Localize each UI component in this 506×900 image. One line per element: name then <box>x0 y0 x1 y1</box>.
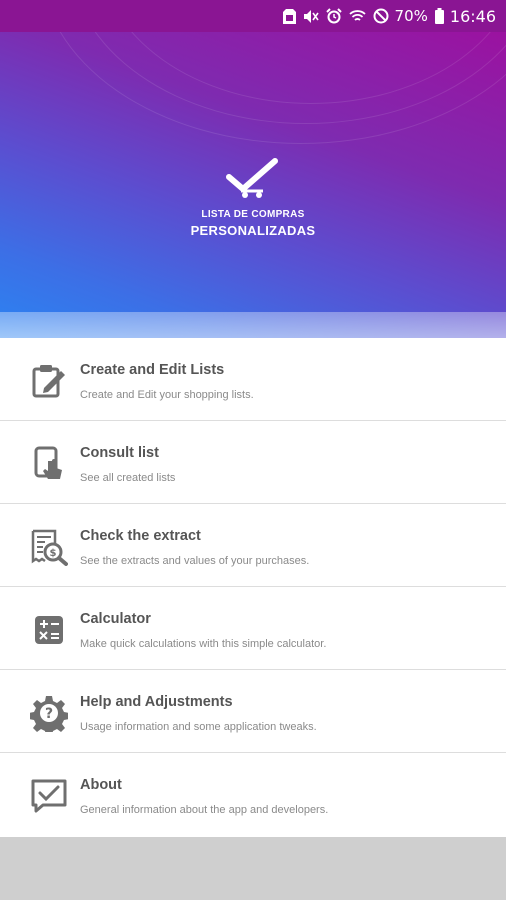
tablet-touch-icon <box>30 445 68 483</box>
menu-item-title: Calculator <box>80 611 151 627</box>
logo-text-line2: PERSONALIZADAS <box>190 223 316 238</box>
wifi-icon <box>348 9 366 23</box>
menu-item-create-edit-lists[interactable]: Create and Edit Lists Create and Edit yo… <box>0 338 506 421</box>
logo-text-line1: LISTA DE COMPRAS <box>201 209 305 220</box>
status-bar: 70% 16:46 <box>0 0 506 32</box>
sd-card-icon <box>282 8 296 24</box>
header-band <box>0 312 506 338</box>
cart-check-icon <box>226 158 278 198</box>
gear-help-icon: ? <box>30 694 68 732</box>
menu-item-about[interactable]: About General information about the app … <box>0 753 506 837</box>
svg-text:$: $ <box>50 548 57 559</box>
menu-item-subtitle: See all created lists <box>80 472 176 484</box>
menu-item-calculator[interactable]: Calculator Make quick calculations with … <box>0 587 506 670</box>
clock: 16:46 <box>449 6 496 26</box>
menu-item-subtitle: Usage information and some application t… <box>80 721 317 733</box>
menu-item-subtitle: General information about the app and de… <box>80 804 329 816</box>
alarm-icon <box>325 8 342 24</box>
calculator-icon <box>30 611 68 649</box>
menu-item-consult-list[interactable]: Consult list See all created lists <box>0 421 506 504</box>
menu-item-title: About <box>80 777 122 793</box>
footer-area <box>0 839 506 900</box>
receipt-search-icon: $ <box>30 528 68 566</box>
menu-item-title: Help and Adjustments <box>80 694 233 710</box>
menu-item-subtitle: Create and Edit your shopping lists. <box>80 389 254 401</box>
menu-item-check-extract[interactable]: $ Check the extract See the extracts and… <box>0 504 506 587</box>
app-logo: LISTA DE COMPRAS PERSONALIZADAS <box>0 157 506 238</box>
battery-icon <box>434 8 444 24</box>
dnd-icon <box>373 8 389 24</box>
battery-percent: 70% <box>394 7 428 25</box>
menu-item-title: Create and Edit Lists <box>80 362 225 378</box>
menu-item-subtitle: Make quick calculations with this simple… <box>80 638 327 650</box>
menu-item-title: Check the extract <box>80 528 201 544</box>
chat-check-icon <box>30 777 68 815</box>
header-banner: LISTA DE COMPRAS PERSONALIZADAS <box>0 32 506 338</box>
mute-icon <box>303 9 319 24</box>
menu-item-title: Consult list <box>80 445 159 461</box>
main-menu: Create and Edit Lists Create and Edit yo… <box>0 338 506 837</box>
menu-item-subtitle: See the extracts and values of your purc… <box>80 555 310 567</box>
edit-list-icon <box>30 362 68 400</box>
svg-text:?: ? <box>45 706 53 722</box>
menu-item-help-adjustments[interactable]: ? Help and Adjustments Usage information… <box>0 670 506 753</box>
